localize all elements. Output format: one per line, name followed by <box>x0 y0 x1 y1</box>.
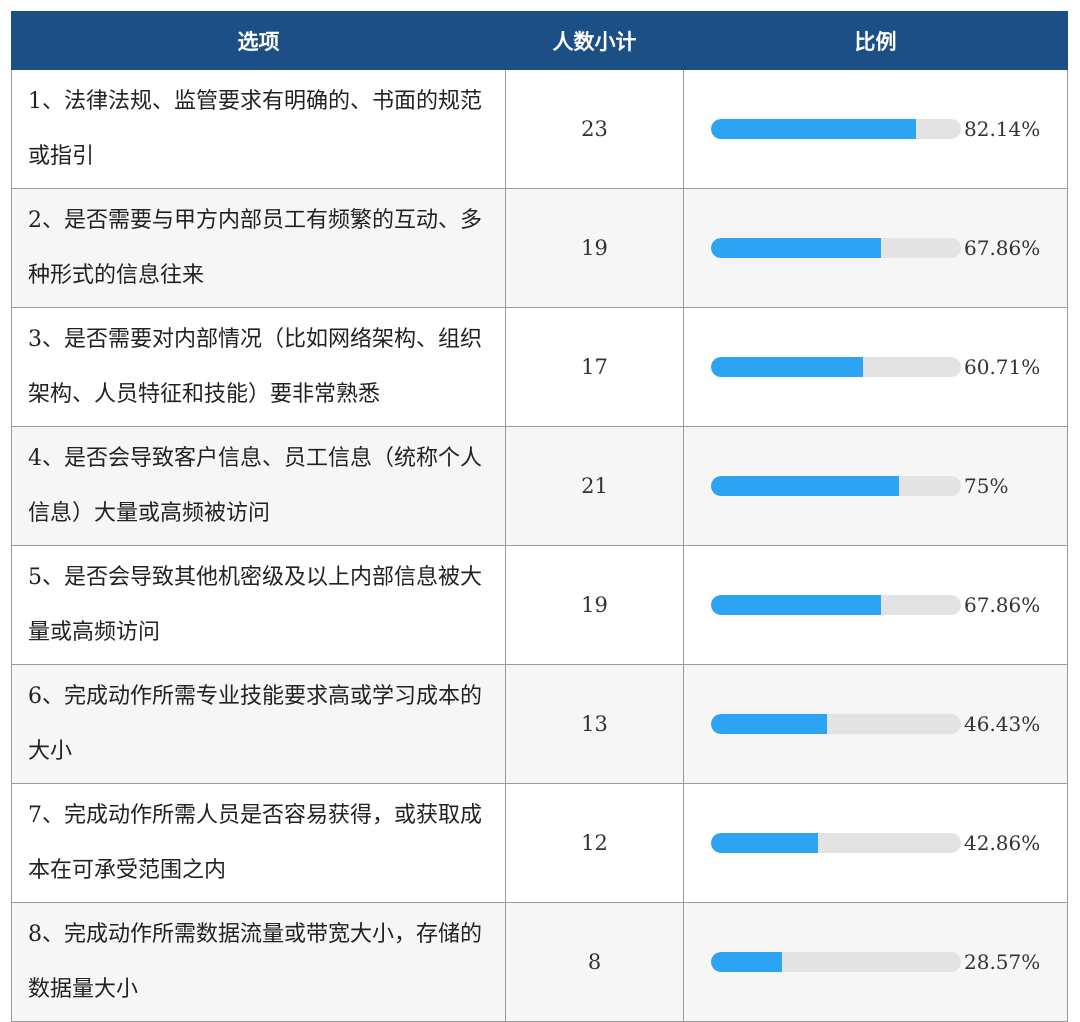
ratio-percent: 60.71% <box>964 355 1041 379</box>
table-row: 8、完成动作所需数据流量或带宽大小，存储的数据量大小 8 28.57% <box>11 902 1068 1022</box>
table-row: 7、完成动作所需人员是否容易获得，或获取成本在可承受范围之内 12 42.86% <box>11 783 1068 903</box>
option-text: 4、是否会导致客户信息、员工信息（统称个人信息）大量或高频被访问 <box>11 426 506 546</box>
table-header: 选项 人数小计 比例 <box>11 11 1068 70</box>
count-cell: 13 <box>505 664 684 784</box>
table-row: 5、是否会导致其他机密级及以上内部信息被大量或高频访问 19 67.86% <box>11 545 1068 665</box>
count-column-header: 人数小计 <box>505 11 684 70</box>
ratio-cell: 82.14% <box>683 69 1068 189</box>
progress-bar-fill <box>711 357 863 377</box>
progress-bar-track <box>711 476 961 496</box>
count-cell: 19 <box>505 188 684 308</box>
option-text: 5、是否会导致其他机密级及以上内部信息被大量或高频访问 <box>11 545 506 665</box>
table-row: 1、法律法规、监管要求有明确的、书面的规范或指引 23 82.14% <box>11 69 1068 189</box>
progress-bar-track <box>711 119 961 139</box>
count-cell: 19 <box>505 545 684 665</box>
ratio-wrap: 82.14% <box>684 117 1067 141</box>
ratio-column-header: 比例 <box>683 11 1068 70</box>
option-text: 6、完成动作所需专业技能要求高或学习成本的大小 <box>11 664 506 784</box>
ratio-wrap: 67.86% <box>684 593 1067 617</box>
progress-bar-track <box>711 595 961 615</box>
count-cell: 21 <box>505 426 684 546</box>
ratio-percent: 28.57% <box>964 950 1041 974</box>
ratio-cell: 60.71% <box>683 307 1068 427</box>
progress-bar-track <box>711 714 961 734</box>
progress-bar-fill <box>711 595 881 615</box>
count-cell: 17 <box>505 307 684 427</box>
table-row: 2、是否需要与甲方内部员工有频繁的互动、多种形式的信息往来 19 67.86% <box>11 188 1068 308</box>
count-cell: 12 <box>505 783 684 903</box>
option-column-header: 选项 <box>11 11 506 70</box>
option-text: 8、完成动作所需数据流量或带宽大小，存储的数据量大小 <box>11 902 506 1022</box>
option-text: 7、完成动作所需人员是否容易获得，或获取成本在可承受范围之内 <box>11 783 506 903</box>
ratio-percent: 75% <box>964 474 1009 498</box>
ratio-percent: 67.86% <box>964 593 1041 617</box>
header-row: 选项 人数小计 比例 <box>11 11 1068 70</box>
progress-bar-fill <box>711 238 881 258</box>
progress-bar-track <box>711 952 961 972</box>
survey-results-table: 选项 人数小计 比例 1、法律法规、监管要求有明确的、书面的规范或指引 23 8… <box>11 11 1068 1022</box>
ratio-wrap: 42.86% <box>684 831 1067 855</box>
progress-bar-fill <box>711 714 828 734</box>
ratio-wrap: 67.86% <box>684 236 1067 260</box>
ratio-cell: 67.86% <box>683 545 1068 665</box>
ratio-cell: 46.43% <box>683 664 1068 784</box>
count-cell: 23 <box>505 69 684 189</box>
ratio-percent: 67.86% <box>964 236 1041 260</box>
progress-bar-track <box>711 238 961 258</box>
ratio-cell: 28.57% <box>683 902 1068 1022</box>
ratio-percent: 46.43% <box>964 712 1041 736</box>
progress-bar-track <box>711 833 961 853</box>
count-cell: 8 <box>505 902 684 1022</box>
progress-bar-fill <box>711 833 819 853</box>
option-text: 1、法律法规、监管要求有明确的、书面的规范或指引 <box>11 69 506 189</box>
ratio-cell: 42.86% <box>683 783 1068 903</box>
ratio-wrap: 60.71% <box>684 355 1067 379</box>
table-row: 6、完成动作所需专业技能要求高或学习成本的大小 13 46.43% <box>11 664 1068 784</box>
table-body: 1、法律法规、监管要求有明确的、书面的规范或指引 23 82.14% 2、是否需… <box>11 69 1068 1022</box>
ratio-wrap: 46.43% <box>684 712 1067 736</box>
ratio-percent: 82.14% <box>964 117 1041 141</box>
progress-bar-fill <box>711 476 899 496</box>
table-row: 3、是否需要对内部情况（比如网络架构、组织架构、人员特征和技能）要非常熟悉 17… <box>11 307 1068 427</box>
progress-bar-fill <box>711 119 917 139</box>
table-row: 4、是否会导致客户信息、员工信息（统称个人信息）大量或高频被访问 21 75% <box>11 426 1068 546</box>
ratio-cell: 75% <box>683 426 1068 546</box>
ratio-cell: 67.86% <box>683 188 1068 308</box>
option-text: 3、是否需要对内部情况（比如网络架构、组织架构、人员特征和技能）要非常熟悉 <box>11 307 506 427</box>
progress-bar-fill <box>711 952 783 972</box>
ratio-wrap: 28.57% <box>684 950 1067 974</box>
progress-bar-track <box>711 357 961 377</box>
ratio-percent: 42.86% <box>964 831 1041 855</box>
ratio-wrap: 75% <box>684 474 1067 498</box>
option-text: 2、是否需要与甲方内部员工有频繁的互动、多种形式的信息往来 <box>11 188 506 308</box>
